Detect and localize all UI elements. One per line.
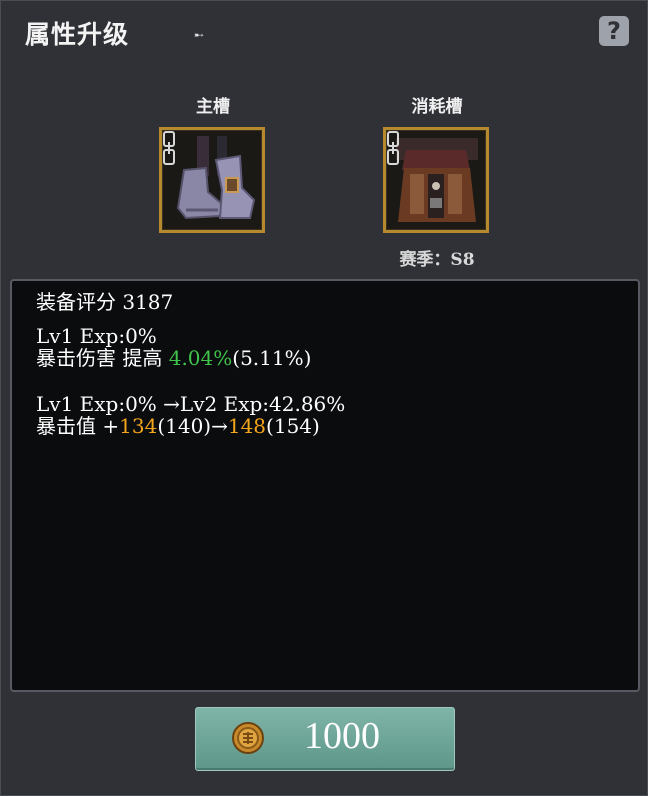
crit-value-label: 暴击值 + [36,414,120,438]
window-title: 属性升级 [25,20,130,49]
consume-slot-label: 消耗槽 [411,97,463,117]
crit-value-line: 暴击值 +134(140)→148(154) [36,415,320,437]
cost-amount: 1000 [304,715,380,757]
crit-damage-max: (5.11%) [232,346,312,370]
crit-value-from-max: (140)→ [157,414,228,438]
upgrade-cost-button[interactable]: 1000 [195,707,455,771]
crit-value-to-max: (154) [266,414,320,438]
armor-item-icon [396,138,478,222]
gold-coin-icon [232,722,264,754]
upgrade-window: 属性升级 ➸ ? 主槽 消耗槽 赛季：S8 装备评分 3187 Lv1 Exp:… [0,0,648,796]
help-button[interactable]: ? [599,16,629,46]
equipment-score: 装备评分 3187 [36,290,174,314]
crit-damage-line: 暴击伤害 提高 4.04%(5.11%) [36,347,311,369]
stats-panel: 装备评分 3187 Lv1 Exp:0% 暴击伤害 提高 4.04%(5.11%… [10,279,640,692]
current-level: Lv1 Exp:0% [36,324,157,348]
chain-lock-icon [163,131,175,165]
main-slot-label: 主槽 [196,97,230,117]
upgrade-level: Lv1 Exp:0% →Lv2 Exp:42.86% [36,392,346,416]
crit-damage-label: 暴击伤害 提高 [36,346,169,370]
crit-value-to: 148 [227,414,267,438]
boots-item-icon [176,136,256,220]
main-slot[interactable] [159,127,265,233]
crit-damage-value: 4.04% [168,346,233,370]
season-label: 赛季：S8 [399,250,475,270]
chain-lock-icon [387,131,399,165]
cursor-icon: ➸ [194,28,205,42]
crit-value-from: 134 [119,414,158,438]
consume-slot[interactable] [383,127,489,233]
